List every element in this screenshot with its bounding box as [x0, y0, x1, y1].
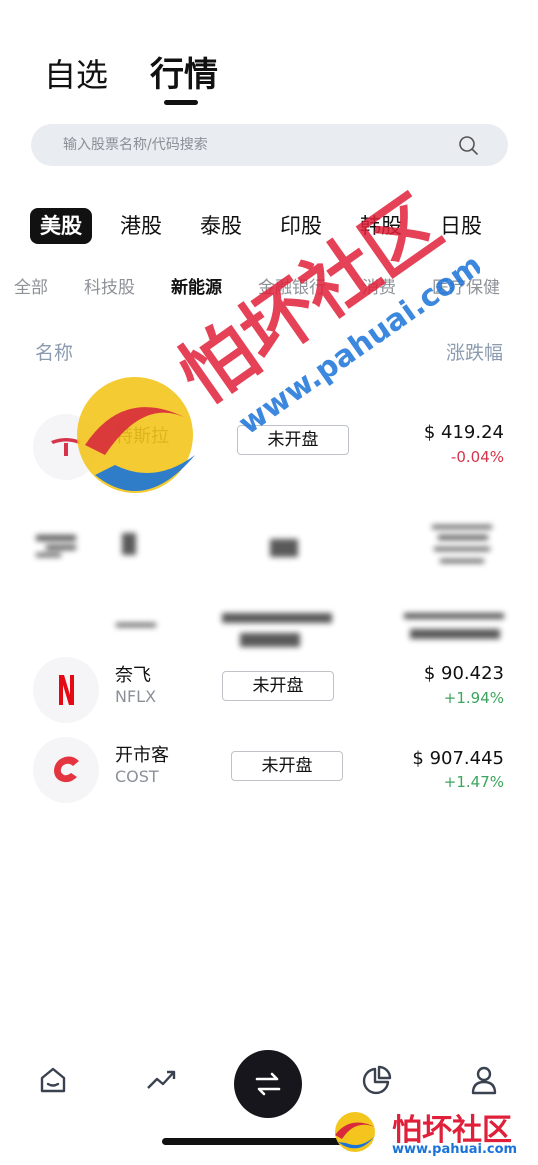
- swap-icon: [255, 1072, 281, 1096]
- search-icon[interactable]: [458, 135, 478, 155]
- stock-price: $ 907.445: [412, 748, 504, 769]
- tab-watchlist[interactable]: 自选: [44, 55, 108, 95]
- bottom-nav: [0, 1050, 538, 1120]
- stock-change: -0.04%: [450, 448, 504, 466]
- market-trend-icon[interactable]: [145, 1064, 177, 1096]
- watermark-badge-url: www.pahuai.com: [392, 1142, 518, 1157]
- search-bar[interactable]: [31, 124, 508, 166]
- column-change[interactable]: 涨跌幅: [446, 338, 503, 365]
- costco-logo-icon: [54, 756, 79, 783]
- stock-ticker: COST: [115, 767, 159, 786]
- market-tabs: 美股 港股 泰股 印股 韩股 日股: [30, 208, 510, 244]
- market-tab-th[interactable]: 泰股: [190, 208, 252, 244]
- stock-row[interactable]: 开市客 COST 未开盘 $ 907.445 +1.47%: [0, 735, 538, 815]
- obscured-rows: [36, 525, 504, 647]
- search-input[interactable]: [61, 136, 445, 154]
- market-tab-hk[interactable]: 港股: [110, 208, 172, 244]
- market-status-button[interactable]: 未开盘: [237, 425, 349, 455]
- stock-ticker: NFLX: [115, 687, 157, 706]
- stock-name: 特斯拉: [115, 426, 169, 447]
- category-consumer[interactable]: 消费: [362, 272, 396, 304]
- trade-button[interactable]: [234, 1050, 302, 1118]
- market-tab-jp[interactable]: 日股: [430, 208, 492, 244]
- market-tab-kr[interactable]: 韩股: [350, 208, 412, 244]
- category-tabs: 全部 科技股 新能源 金融银行 消费 医疗保健: [14, 272, 536, 304]
- category-finance[interactable]: 金融银行: [258, 272, 326, 304]
- market-status-button[interactable]: 未开盘: [231, 751, 343, 781]
- netflix-logo-icon: [59, 675, 74, 705]
- home-icon[interactable]: [37, 1064, 69, 1096]
- category-tech[interactable]: 科技股: [84, 272, 135, 304]
- profile-icon[interactable]: [468, 1064, 500, 1096]
- stock-row[interactable]: 特斯拉 未开盘 $ 419.24 -0.04%: [0, 412, 538, 492]
- category-all[interactable]: 全部: [14, 272, 48, 304]
- stock-change: +1.47%: [443, 773, 504, 791]
- tesla-logo-icon: [51, 438, 81, 456]
- stock-price: $ 419.24: [423, 422, 504, 443]
- tab-market[interactable]: 行情: [150, 55, 218, 105]
- market-status-button[interactable]: 未开盘: [222, 671, 334, 701]
- market-tab-in[interactable]: 印股: [270, 208, 332, 244]
- stock-logo: [33, 657, 99, 723]
- stock-change: +1.94%: [443, 689, 504, 707]
- market-tab-us[interactable]: 美股: [30, 208, 92, 244]
- stock-logo: [33, 414, 99, 480]
- category-healthcare[interactable]: 医疗保健: [432, 272, 500, 304]
- stock-name: 开市客: [115, 745, 169, 766]
- stock-name: 奈飞: [115, 665, 151, 686]
- stock-logo: [33, 737, 99, 803]
- portfolio-pie-icon[interactable]: [361, 1064, 393, 1096]
- category-new-energy[interactable]: 新能源: [171, 272, 222, 304]
- header-tabs: 自选 行情: [44, 55, 218, 105]
- home-indicator: [162, 1138, 372, 1145]
- stock-row[interactable]: 奈飞 NFLX 未开盘 $ 90.423 +1.94%: [0, 655, 538, 735]
- stock-price: $ 90.423: [423, 663, 504, 684]
- column-name: 名称: [35, 342, 74, 364]
